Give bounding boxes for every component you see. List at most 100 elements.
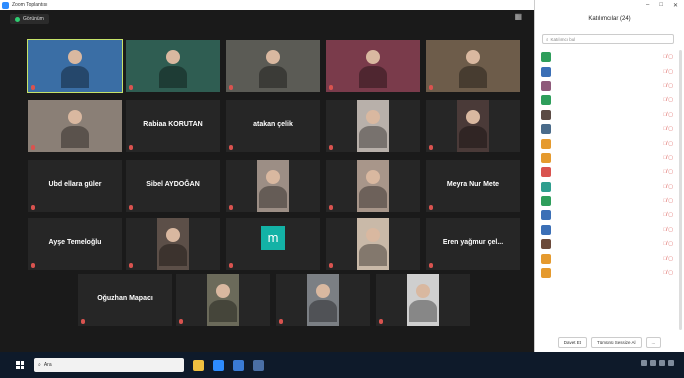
tile-name-label: [229, 205, 235, 210]
video-tile[interactable]: Ayşe Temeloğlu: [28, 218, 122, 270]
list-item[interactable]: 🎙̸ ▢: [541, 64, 677, 78]
window-controls: – □ ✕: [646, 2, 678, 9]
maximize-icon[interactable]: □: [659, 2, 663, 9]
muted-mic-icon: [429, 263, 433, 268]
list-item[interactable]: 🎙̸ ▢: [541, 223, 677, 237]
browser-icon[interactable]: [233, 359, 244, 371]
muted-mic-icon: [129, 205, 133, 210]
video-tile[interactable]: [28, 100, 122, 152]
grid-view-icon[interactable]: ▦: [514, 12, 522, 21]
list-item[interactable]: 🎙̸ ▢: [541, 165, 677, 179]
tray-icon[interactable]: [641, 360, 647, 366]
tile-name-label: [429, 263, 435, 268]
list-item[interactable]: 🎙̸ ▢: [541, 180, 677, 194]
status-dot-icon: [15, 16, 20, 22]
tile-name-label: [329, 205, 335, 210]
view-button[interactable]: Görünüm: [10, 14, 49, 24]
participant-display-name: Oğuzhan Mapacı: [97, 294, 153, 302]
video-tile[interactable]: Ubd ellara güler: [28, 160, 122, 212]
zoom-app-icon[interactable]: [213, 359, 224, 371]
volume-icon[interactable]: [659, 360, 665, 366]
participant-video: [28, 100, 122, 152]
list-item[interactable]: 🎙̸ ▢: [541, 93, 677, 107]
video-tile[interactable]: Eren yağmur çel...: [426, 218, 520, 270]
video-tile[interactable]: Sibel AYDOĞAN: [126, 160, 220, 212]
search-placeholder: Katılımcı bul: [550, 36, 576, 42]
list-item[interactable]: 🎙̸ ▢: [541, 151, 677, 165]
muted-mic-icon: [229, 263, 233, 268]
list-item[interactable]: 🎙̸ ▢: [541, 194, 677, 208]
list-item[interactable]: 🎙̸ ▢: [541, 208, 677, 222]
video-tile[interactable]: m: [226, 218, 320, 270]
video-tile[interactable]: [226, 160, 320, 212]
zoom-window: Zoom Toplantısı Görünüm ▦ Rabiaa KORUTAN…: [0, 0, 534, 352]
video-tile[interactable]: [126, 40, 220, 92]
muted-mic-icon: [429, 145, 433, 150]
tile-name-label: [31, 85, 37, 90]
muted-mic-icon: [31, 85, 35, 90]
video-tile[interactable]: [326, 100, 420, 152]
avatar: [541, 138, 551, 149]
video-tile[interactable]: [226, 40, 320, 92]
invite-button[interactable]: Davet Et: [557, 337, 587, 348]
video-tile[interactable]: [276, 274, 370, 326]
participant-display-name: Rabiaa KORUTAN: [143, 120, 203, 128]
windows-start-icon[interactable]: [16, 361, 24, 369]
list-item[interactable]: 🎙̸ ▢: [541, 122, 677, 136]
list-item[interactable]: 🎙̸ ▢: [541, 79, 677, 93]
tile-name-label: [429, 85, 435, 90]
muted-mic-icon: 🎙̸ ▢: [663, 255, 673, 262]
scrollbar[interactable]: [679, 50, 682, 330]
battery-icon[interactable]: [668, 360, 674, 366]
search-icon: ⌕: [546, 36, 549, 42]
minimize-icon[interactable]: –: [646, 2, 649, 9]
network-icon[interactable]: [650, 360, 656, 366]
video-tile[interactable]: [176, 274, 270, 326]
avatar: [541, 95, 551, 106]
video-tile[interactable]: Meyra Nur Mete: [426, 160, 520, 212]
tile-name-label: [329, 145, 335, 150]
muted-mic-icon: 🎙̸ ▢: [663, 154, 673, 161]
list-item[interactable]: 🎙̸ ▢: [541, 136, 677, 150]
app-icon[interactable]: [253, 359, 264, 371]
participant-video: [407, 274, 439, 326]
system-tray: [641, 360, 680, 366]
video-tile[interactable]: [326, 218, 420, 270]
list-item[interactable]: 🎙̸ ▢: [541, 251, 677, 265]
video-tile[interactable]: [27, 39, 123, 93]
tile-name-label: [129, 263, 135, 268]
list-item[interactable]: 🎙̸ ▢: [541, 50, 677, 64]
tile-name-label: [179, 319, 185, 324]
close-icon[interactable]: ✕: [673, 2, 678, 9]
video-tile[interactable]: Oğuzhan Mapacı: [78, 274, 172, 326]
video-tile[interactable]: Rabiaa KORUTAN: [126, 100, 220, 152]
list-item[interactable]: 🎙̸ ▢: [541, 266, 677, 280]
avatar: [541, 124, 551, 135]
video-tile[interactable]: [376, 274, 470, 326]
search-icon: ⌕: [38, 362, 41, 368]
more-button[interactable]: ...: [645, 337, 662, 348]
muted-mic-icon: 🎙̸ ▢: [663, 198, 673, 205]
video-tile[interactable]: atakan çelik: [226, 100, 320, 152]
mute-all-button[interactable]: Tümünü Sessize Al: [590, 337, 642, 348]
video-tile[interactable]: [426, 100, 520, 152]
list-item[interactable]: 🎙̸ ▢: [541, 237, 677, 251]
avatar: [541, 196, 551, 207]
participant-video: [426, 40, 520, 92]
muted-mic-icon: 🎙̸ ▢: [663, 82, 673, 89]
video-tile[interactable]: [326, 40, 420, 92]
video-tile[interactable]: [426, 40, 520, 92]
tile-name-label: [81, 319, 87, 324]
muted-mic-icon: [379, 319, 383, 324]
taskbar-search-input[interactable]: ⌕ Ara: [34, 358, 184, 372]
list-item[interactable]: 🎙̸ ▢: [541, 108, 677, 122]
participant-search-input[interactable]: ⌕ Katılımcı bul: [542, 34, 674, 44]
muted-mic-icon: [129, 85, 133, 90]
file-explorer-icon[interactable]: [193, 359, 204, 371]
participant-video: [207, 274, 239, 326]
video-tile[interactable]: [326, 160, 420, 212]
video-tile[interactable]: [126, 218, 220, 270]
tile-name-label: [379, 319, 385, 324]
avatar: [541, 109, 551, 120]
participant-display-name: Meyra Nur Mete: [446, 180, 500, 188]
